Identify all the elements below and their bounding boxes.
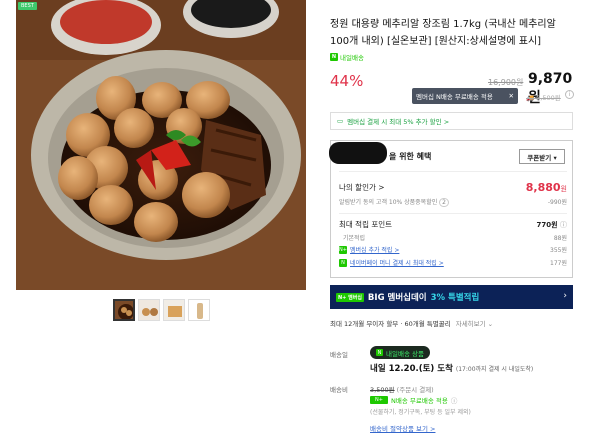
delivery-tag: N 내일배송 xyxy=(330,52,364,62)
n-delivery-icon: N xyxy=(330,53,338,61)
thumbnail-3[interactable] xyxy=(163,299,185,321)
benefit-heading: 을 위한 혜택 xyxy=(389,152,432,161)
product-main-image[interactable]: BEST xyxy=(16,0,306,290)
thumbnail-4[interactable] xyxy=(188,299,210,321)
coupon-value: -990원 xyxy=(547,199,567,206)
coupon-note-row: 알림받기 동의 고객 10% 상품중복할인 2 -990원 xyxy=(339,197,567,207)
membership-points-link[interactable]: N+ 멤버십 추가 적립 > xyxy=(339,245,399,254)
arrival-date: 내일 12.20.(토) 도착 (17:00까지 결제 시 내일도착) xyxy=(370,364,534,374)
installment-info: 최대 12개월 무이자 할부 · 60개월 특별꿀리 자세히보기 ⌄ xyxy=(330,318,493,328)
banner-highlight: 3% 특별적립 xyxy=(430,293,480,303)
discount-rate: 44% xyxy=(330,72,364,90)
my-discount-row: 나의 할인가 > 8,880원 xyxy=(339,181,567,194)
naverpay-points-row: N 네이버페이 머니 결제 시 최대 적립 > 177원 xyxy=(339,258,567,267)
redaction-mark xyxy=(329,142,387,164)
quail-egg-jangjorim-photo xyxy=(16,0,306,290)
shipping-fee-label: 배송비 xyxy=(330,386,348,394)
my-discount-label[interactable]: 나의 할인가 > xyxy=(339,182,385,193)
basic-points-value: 88원 xyxy=(553,235,567,242)
card-promo-link[interactable]: ▭ 멤버십 결제 시 최대 5% 추가 할인 > xyxy=(330,112,573,130)
card-icon: ▭ xyxy=(337,117,344,125)
shipping-exclusion-note: (선물하기, 정기구독, 부팅 등 일부 제외) xyxy=(370,409,471,416)
shipping-fee-strike: 🚚 3,500원 xyxy=(526,94,561,102)
card-promo-text: 멤버십 결제 시 최대 5% 추가 할인 > xyxy=(347,118,450,126)
thumbnail-2[interactable] xyxy=(138,299,160,321)
shipping-fee: 3,500원 (주문시 결제) xyxy=(370,386,434,394)
original-price: 16,900원 xyxy=(488,78,524,87)
n-delivery-icon: N xyxy=(376,349,383,356)
thumbnail-image xyxy=(164,300,184,320)
basic-points-label: 기본적립 xyxy=(343,235,366,242)
points-row: 최대 적립 포인트 770원 ⓘ xyxy=(339,219,567,230)
n-plus-icon: N+ xyxy=(370,396,388,404)
thumbnail-1[interactable] xyxy=(113,299,135,321)
divider xyxy=(339,171,567,172)
free-shipping-tooltip: 멤버십 N배송 무료배송 적용 ✕ xyxy=(412,88,518,104)
coupon-note: 알림받기 동의 고객 10% 상품중복할인 2 xyxy=(339,197,449,207)
chevron-right-icon: › xyxy=(563,291,567,301)
thumbnail-image xyxy=(115,301,133,319)
shipping-saving-link[interactable]: 배송비 절약상품 보기 > xyxy=(370,423,435,433)
info-icon[interactable]: i xyxy=(565,90,574,99)
membership-points-value: 355원 xyxy=(550,247,567,254)
divider xyxy=(339,213,567,214)
delivery-date-label: 배송일 xyxy=(330,351,348,359)
installment-more-link[interactable]: 자세히보기 ⌄ xyxy=(456,318,493,328)
naverpay-points-link[interactable]: N 네이버페이 머니 결제 시 최대 적립 > xyxy=(339,258,444,267)
points-value: 770원 ⓘ xyxy=(536,220,568,229)
npay-icon: N xyxy=(339,258,347,267)
basic-points-row: 기본적립 88원 xyxy=(339,233,567,242)
close-icon[interactable]: ✕ xyxy=(509,92,514,100)
thumbnail-strip xyxy=(113,299,210,321)
tooltip-text: 멤버십 N배송 무료배송 적용 xyxy=(416,93,493,101)
naverpay-points-value: 177원 xyxy=(550,260,567,267)
my-discount-price: 8,880원 xyxy=(525,181,567,194)
membership-points-row: N+ 멤버십 추가 적립 > 355원 xyxy=(339,245,567,254)
coupon-button[interactable]: 쿠폰받기 ▾ xyxy=(519,149,565,164)
thumbnail-image xyxy=(139,300,159,320)
delivery-tag-label: 내일배송 xyxy=(340,54,364,62)
thumbnail-image xyxy=(189,300,209,320)
best-badge: BEST xyxy=(18,2,37,10)
n-plus-membership-badge: N+ 멤버십 xyxy=(336,292,364,302)
product-title: 정원 대용량 메추리알 장조림 1.7kg (국내산 메추리알 100개 내외)… xyxy=(330,19,556,47)
installment-text: 최대 12개월 무이자 할부 · 60개월 특별꿀리 xyxy=(330,320,451,328)
tomorrow-delivery-badge: N 내일배송 상품 xyxy=(370,346,430,359)
member-benefit-box: 을 위한 혜택 쿠폰받기 ▾ 나의 할인가 > 8,880원 알림받기 동의 고… xyxy=(329,140,573,278)
points-label: 최대 적립 포인트 xyxy=(339,220,393,229)
n-plus-icon: N+ xyxy=(339,245,347,254)
membership-day-banner[interactable]: N+ 멤버십 BIG 멤버십데이 3% 특별적립 › xyxy=(330,285,573,309)
info-icon[interactable]: ⓘ xyxy=(451,395,458,405)
banner-title: BIG 멤버십데이 xyxy=(367,293,427,303)
free-shipping-applied: N+ N배송 무료배송 적용 ⓘ xyxy=(370,395,457,405)
